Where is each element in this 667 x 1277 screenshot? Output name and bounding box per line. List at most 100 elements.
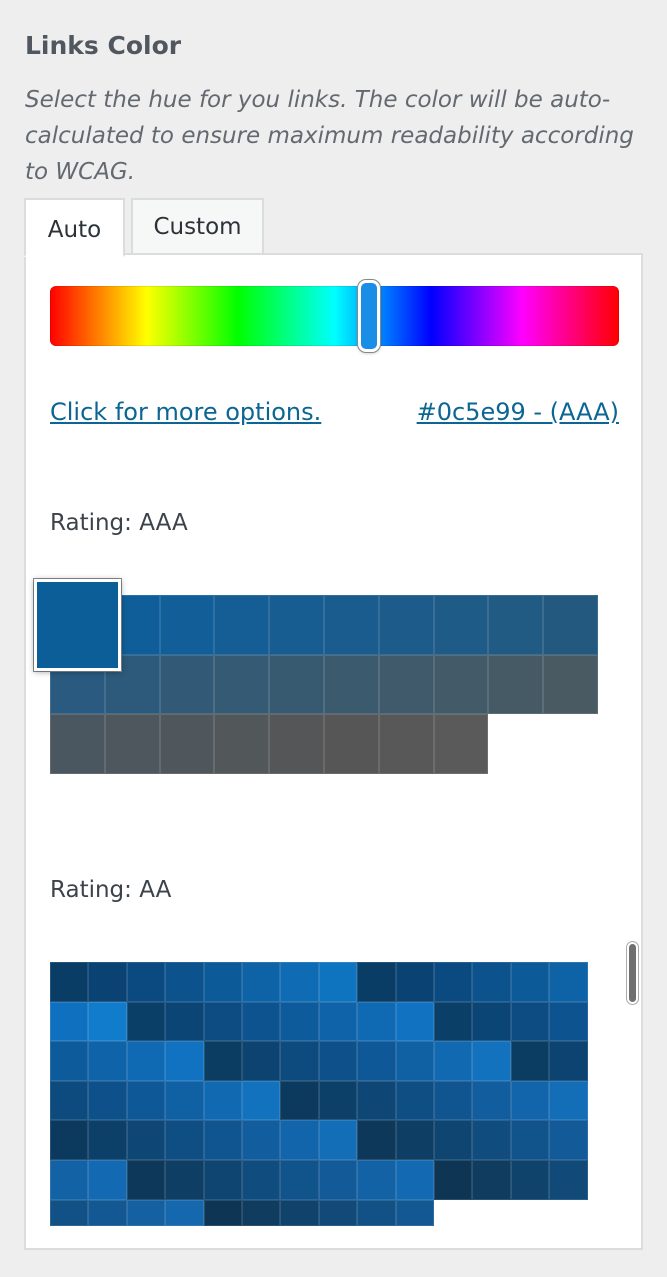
color-swatch[interactable]: [242, 1120, 281, 1160]
color-swatch[interactable]: [242, 962, 281, 1002]
color-swatch[interactable]: [165, 1120, 204, 1160]
color-swatch[interactable]: [318, 1041, 358, 1081]
color-swatch[interactable]: [543, 654, 598, 715]
color-swatch[interactable]: [280, 962, 319, 1002]
color-swatch[interactable]: [269, 654, 324, 715]
color-swatch[interactable]: [510, 1001, 550, 1042]
color-swatch[interactable]: [433, 714, 489, 775]
color-swatch[interactable]: [203, 1120, 242, 1160]
color-swatch[interactable]: [242, 1001, 281, 1042]
color-swatch[interactable]: [318, 1160, 358, 1200]
color-swatch[interactable]: [318, 1120, 358, 1160]
color-swatch[interactable]: [214, 714, 270, 775]
color-swatch[interactable]: [280, 1120, 319, 1160]
color-swatch[interactable]: [165, 1160, 204, 1200]
color-swatch[interactable]: [126, 1160, 166, 1200]
color-swatch[interactable]: [88, 1080, 127, 1121]
color-swatch[interactable]: [165, 1080, 204, 1121]
color-swatch[interactable]: [472, 1080, 511, 1121]
color-swatch[interactable]: [242, 1080, 281, 1121]
color-swatch[interactable]: [280, 1001, 319, 1042]
color-swatch[interactable]: [126, 1080, 166, 1121]
color-swatch[interactable]: [88, 1041, 127, 1081]
color-swatch[interactable]: [510, 1080, 550, 1121]
color-swatch[interactable]: [50, 1001, 89, 1042]
color-swatch[interactable]: [357, 1041, 396, 1081]
selected-swatch[interactable]: [34, 579, 121, 671]
color-swatch[interactable]: [549, 1080, 588, 1121]
color-swatch[interactable]: [126, 1199, 166, 1226]
color-swatch[interactable]: [395, 1120, 434, 1160]
color-swatch[interactable]: [203, 1199, 242, 1226]
color-swatch[interactable]: [434, 1080, 473, 1121]
color-swatch[interactable]: [126, 1120, 166, 1160]
color-swatch[interactable]: [378, 595, 434, 655]
tab-custom[interactable]: Custom: [131, 198, 264, 255]
color-swatch[interactable]: [324, 595, 379, 655]
color-swatch[interactable]: [488, 654, 544, 715]
selected-color-link[interactable]: #0c5e99 - (AAA): [417, 398, 619, 426]
color-swatch[interactable]: [324, 714, 379, 775]
color-swatch[interactable]: [50, 1080, 89, 1121]
color-swatch[interactable]: [159, 714, 215, 775]
color-swatch[interactable]: [280, 1041, 319, 1081]
color-swatch[interactable]: [214, 654, 270, 715]
color-swatch[interactable]: [357, 1001, 396, 1042]
color-swatch[interactable]: [269, 714, 324, 775]
color-swatch[interactable]: [165, 1199, 204, 1226]
color-swatch[interactable]: [50, 962, 89, 1002]
color-swatch[interactable]: [395, 1001, 434, 1042]
color-swatch[interactable]: [126, 1001, 166, 1042]
color-swatch[interactable]: [510, 1041, 550, 1081]
color-swatch[interactable]: [50, 1041, 89, 1081]
color-swatch[interactable]: [88, 1160, 127, 1200]
color-swatch[interactable]: [357, 1160, 396, 1200]
color-swatch[interactable]: [357, 962, 396, 1002]
color-swatch[interactable]: [165, 1001, 204, 1042]
color-swatch[interactable]: [104, 714, 160, 775]
color-swatch[interactable]: [549, 1120, 588, 1160]
color-swatch[interactable]: [434, 1120, 473, 1160]
color-swatch[interactable]: [395, 962, 434, 1002]
color-swatch[interactable]: [159, 654, 215, 715]
color-swatch[interactable]: [88, 1199, 127, 1226]
hue-slider-handle[interactable]: [357, 280, 380, 352]
color-swatch[interactable]: [203, 1080, 242, 1121]
scrollbar-thumb[interactable]: [627, 942, 638, 1004]
color-swatch[interactable]: [50, 1160, 89, 1200]
color-swatch[interactable]: [395, 1080, 434, 1121]
color-swatch[interactable]: [488, 595, 544, 655]
color-swatch[interactable]: [203, 1041, 242, 1081]
color-swatch[interactable]: [242, 1199, 281, 1226]
color-swatch[interactable]: [324, 654, 379, 715]
color-swatch[interactable]: [88, 962, 127, 1002]
color-swatch[interactable]: [318, 1001, 358, 1042]
color-swatch[interactable]: [549, 1001, 588, 1042]
color-swatch[interactable]: [434, 1041, 473, 1081]
color-swatch[interactable]: [549, 962, 588, 1002]
color-swatch[interactable]: [395, 1041, 434, 1081]
color-swatch[interactable]: [395, 1199, 434, 1226]
color-swatch[interactable]: [378, 714, 434, 775]
color-swatch[interactable]: [203, 962, 242, 1002]
tab-auto[interactable]: Auto: [24, 198, 125, 257]
color-swatch[interactable]: [549, 1160, 588, 1200]
hue-slider-track[interactable]: [50, 286, 619, 346]
more-options-link[interactable]: Click for more options.: [50, 398, 321, 426]
color-swatch[interactable]: [88, 1001, 127, 1042]
color-swatch[interactable]: [472, 1160, 511, 1200]
color-swatch[interactable]: [378, 654, 434, 715]
color-swatch[interactable]: [472, 1001, 511, 1042]
color-swatch[interactable]: [472, 962, 511, 1002]
color-swatch[interactable]: [357, 1199, 396, 1226]
color-swatch[interactable]: [395, 1160, 434, 1200]
color-swatch[interactable]: [214, 595, 270, 655]
color-swatch[interactable]: [357, 1120, 396, 1160]
color-swatch[interactable]: [510, 1120, 550, 1160]
color-swatch[interactable]: [472, 1120, 511, 1160]
color-swatch[interactable]: [543, 595, 598, 655]
color-swatch[interactable]: [318, 1080, 358, 1121]
color-swatch[interactable]: [126, 1041, 166, 1081]
color-swatch[interactable]: [434, 1160, 473, 1200]
color-swatch[interactable]: [242, 1041, 281, 1081]
